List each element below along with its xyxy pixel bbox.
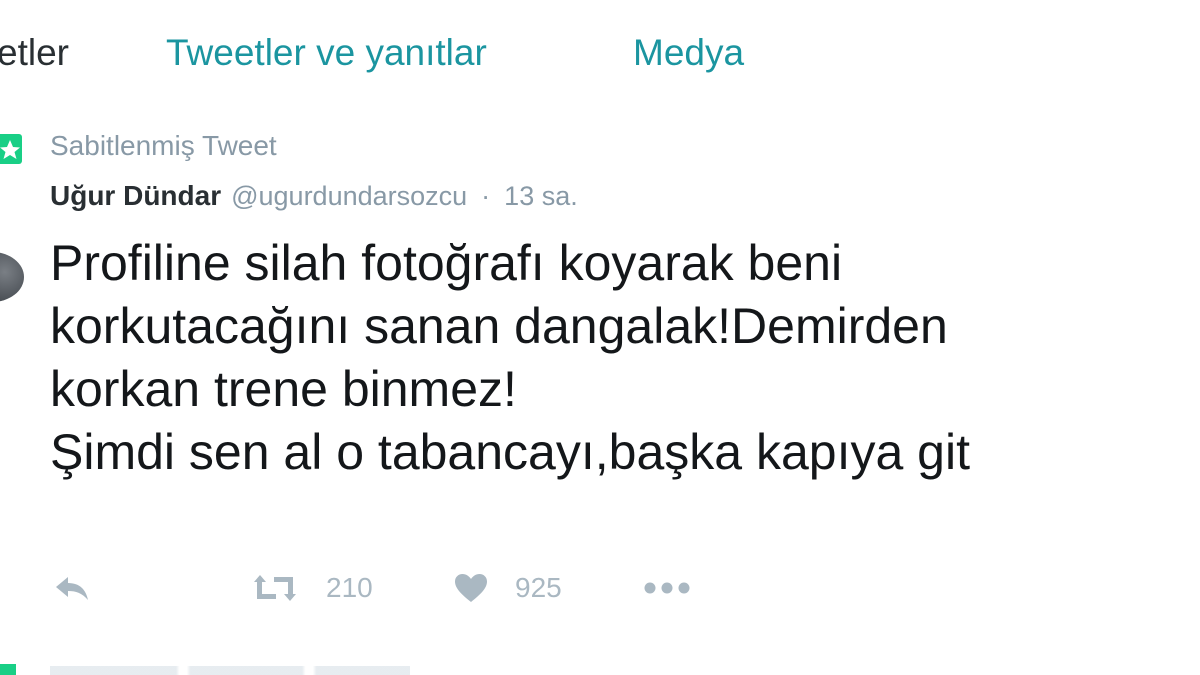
retweet-icon <box>254 575 296 601</box>
tweet-text-line: Profiline silah fotoğrafı koyarak beni <box>50 235 843 291</box>
tweet-text-line: korkutacağını sanan dangalak!Demirden <box>50 298 948 354</box>
tab-media[interactable]: Medya <box>633 30 744 76</box>
header-separator: · <box>481 181 491 211</box>
pinned-tweet-label: Sabitlenmiş Tweet <box>50 130 277 161</box>
heart-icon <box>455 574 487 602</box>
author-fullname[interactable]: Uğur Dündar <box>50 180 221 212</box>
author-username[interactable]: @ugurdundarsozcu <box>231 181 467 212</box>
like-button[interactable]: 925 <box>453 568 562 608</box>
next-tweet-pin-icon <box>0 664 16 675</box>
next-tweet-preview <box>50 666 410 675</box>
profile-timeline: etler Tweetler ve yanıtlar Medya Sabitle… <box>0 0 1200 675</box>
tab-tweets-and-replies[interactable]: Tweetler ve yanıtlar <box>166 30 487 76</box>
avatar[interactable] <box>0 252 24 302</box>
more-options-button[interactable] <box>643 568 691 608</box>
reply-icon <box>56 577 88 600</box>
tweet-header: Uğur Dündar @ugurdundarsozcu · 13 sa. <box>50 180 578 220</box>
pin-icon <box>0 134 22 164</box>
tweet-text-line: Şimdi sen al o tabancayı,başka kapıya gi… <box>50 424 970 480</box>
tweet-text-line: korkan trene binmez! <box>50 361 517 417</box>
more-icon <box>644 582 690 594</box>
reply-button[interactable] <box>52 568 92 608</box>
tab-tweets[interactable]: etler <box>0 30 69 76</box>
tweet-text: Profiline silah fotoğrafı koyarak beni k… <box>50 232 1200 484</box>
retweet-count: 210 <box>326 572 373 603</box>
retweet-button[interactable]: 210 <box>250 568 373 608</box>
tweet-timestamp[interactable]: 13 sa. <box>504 181 578 212</box>
like-count: 925 <box>515 572 562 603</box>
